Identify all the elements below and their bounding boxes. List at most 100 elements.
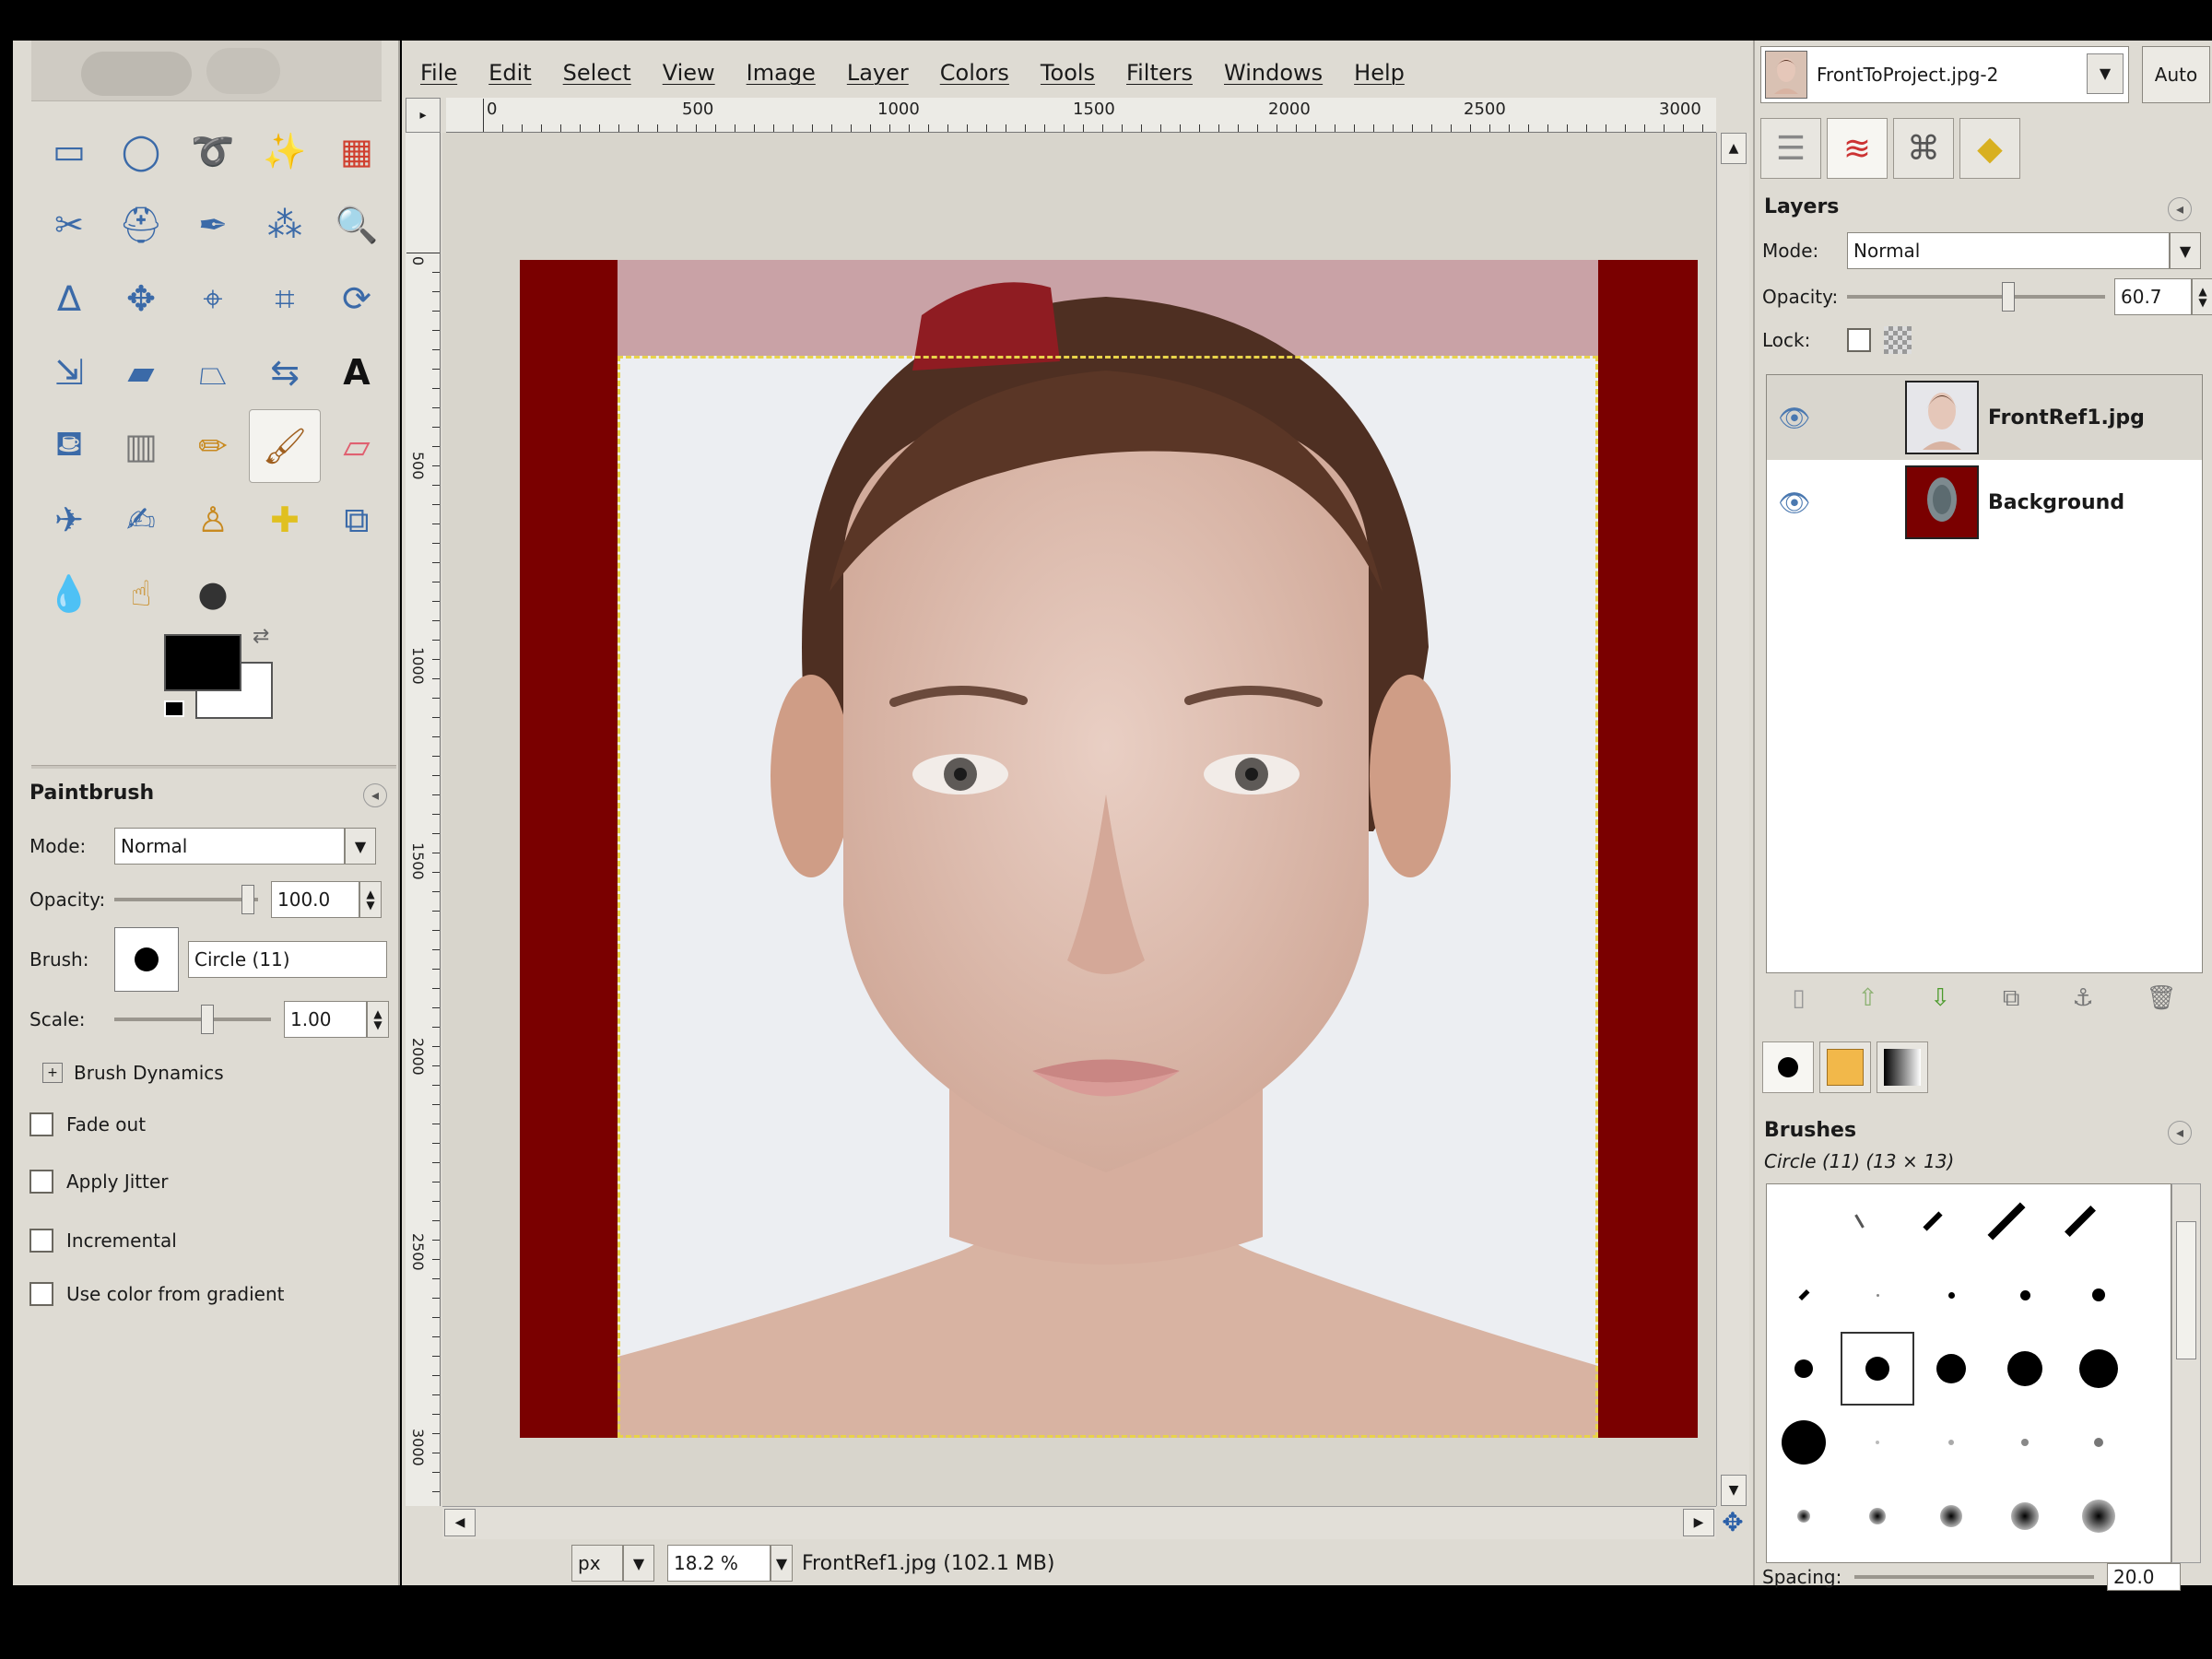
- brush-item[interactable]: [1767, 1258, 1841, 1332]
- tab-patterns-icon[interactable]: [1819, 1041, 1871, 1093]
- anchor-layer-icon[interactable]: ⚓: [2072, 984, 2093, 1012]
- brush-item[interactable]: [1914, 1258, 1988, 1332]
- brush-item[interactable]: [1841, 1479, 1914, 1553]
- fuzzy-select-icon[interactable]: ✨: [249, 114, 321, 188]
- delete-layer-icon[interactable]: 🗑: [2147, 984, 2177, 1012]
- brush-item[interactable]: [2062, 1332, 2136, 1406]
- foreground-color-swatch[interactable]: [164, 634, 241, 691]
- tab-layers-icon[interactable]: ≋: [1827, 118, 1888, 179]
- scale-slider[interactable]: [114, 1005, 271, 1034]
- flip-icon[interactable]: ⇆: [249, 335, 321, 409]
- brush-scrollbar[interactable]: [2171, 1183, 2201, 1563]
- image-selector[interactable]: FrontToProject.jpg-2: [1760, 46, 2129, 103]
- menu-help[interactable]: Help: [1354, 60, 1405, 86]
- brush-item-selected[interactable]: [1841, 1332, 1914, 1406]
- layer-name[interactable]: FrontRef1.jpg: [1988, 406, 2145, 429]
- opacity-input[interactable]: 100.0: [271, 881, 359, 918]
- pencil-icon[interactable]: ✏: [177, 409, 249, 483]
- brushes-menu-icon[interactable]: ◂: [2168, 1121, 2192, 1145]
- vertical-scrollbar[interactable]: ▲ ▼: [1716, 133, 1749, 1506]
- brush-item[interactable]: [2062, 1479, 2136, 1553]
- layers-opacity-spinner[interactable]: ▲ ▼: [2192, 278, 2212, 315]
- paintbrush-icon[interactable]: 🖌: [249, 409, 321, 483]
- brush-item[interactable]: [1988, 1406, 2062, 1479]
- brush-scroll-thumb[interactable]: [2176, 1221, 2196, 1359]
- brush-item[interactable]: [1988, 1479, 2062, 1553]
- default-colors-icon[interactable]: [164, 700, 184, 717]
- use-gradient-checkbox[interactable]: [29, 1282, 53, 1306]
- layer-row[interactable]: 👁 FrontRef1.jpg: [1767, 375, 2202, 460]
- tab-gradients-icon[interactable]: [1877, 1041, 1928, 1093]
- unit-dropdown-icon[interactable]: ▼: [623, 1545, 654, 1582]
- paths-icon[interactable]: ✒: [177, 188, 249, 262]
- tab-tool-options-icon[interactable]: ☰: [1760, 118, 1821, 179]
- tab-undo-icon[interactable]: ◆: [1959, 118, 2020, 179]
- menu-view[interactable]: View: [663, 60, 715, 86]
- layers-mode-select[interactable]: Normal: [1847, 232, 2170, 269]
- rect-select-icon[interactable]: ▭: [33, 114, 105, 188]
- measure-icon[interactable]: ∆: [33, 262, 105, 335]
- brush-item[interactable]: [1970, 1184, 2043, 1258]
- horizontal-ruler[interactable]: 0 500 1000 1500 2000 2500 3000: [446, 98, 1716, 133]
- expander-icon[interactable]: +: [42, 1063, 63, 1083]
- brush-item[interactable]: [1767, 1479, 1841, 1553]
- free-select-icon[interactable]: ➰: [177, 114, 249, 188]
- brush-grid[interactable]: [1766, 1183, 2171, 1563]
- heal-icon[interactable]: ✚: [249, 483, 321, 557]
- brush-item[interactable]: [2062, 1258, 2136, 1332]
- scale-icon[interactable]: ⇲: [33, 335, 105, 409]
- layers-opacity-input[interactable]: 60.7: [2114, 278, 2192, 315]
- vertical-ruler[interactable]: 0 500 1000 1500 2000 2500 3000: [406, 133, 441, 1506]
- ink-icon[interactable]: ✍: [105, 483, 177, 557]
- zoom-dropdown-icon[interactable]: ▼: [771, 1545, 793, 1582]
- layer-row[interactable]: 👁 Background: [1767, 460, 2202, 545]
- eye-icon[interactable]: 👁: [1767, 488, 1822, 518]
- navigate-icon[interactable]: ✥: [1716, 1506, 1749, 1539]
- horizontal-scrollbar[interactable]: ◀ ▶: [442, 1506, 1716, 1539]
- mode-select[interactable]: Normal: [114, 828, 345, 865]
- spacing-input[interactable]: 20.0: [2107, 1563, 2181, 1591]
- menu-tools[interactable]: Tools: [1041, 60, 1095, 86]
- incremental-row[interactable]: Incremental: [29, 1220, 177, 1261]
- menu-select[interactable]: Select: [563, 60, 631, 86]
- duplicate-layer-icon[interactable]: ⧉: [2003, 984, 2020, 1013]
- scale-input[interactable]: 1.00: [284, 1001, 367, 1038]
- brush-item[interactable]: [1822, 1184, 1896, 1258]
- zoom-select[interactable]: 18.2 %: [667, 1545, 771, 1582]
- crop-icon[interactable]: ⌗: [249, 262, 321, 335]
- brush-item[interactable]: [2043, 1184, 2117, 1258]
- opacity-spinner[interactable]: ▲ ▼: [359, 881, 382, 918]
- dodge-burn-icon[interactable]: ●: [177, 557, 249, 630]
- blur-sharpen-icon[interactable]: 💧: [33, 557, 105, 630]
- chevron-down-icon[interactable]: ▼: [2087, 53, 2124, 94]
- text-icon[interactable]: A: [321, 335, 393, 409]
- scissors-select-icon[interactable]: ✂: [33, 188, 105, 262]
- color-area[interactable]: ⇄: [151, 621, 280, 723]
- opacity-slider-knob[interactable]: [241, 885, 254, 914]
- canvas-area[interactable]: [442, 133, 1716, 1506]
- menu-image[interactable]: Image: [747, 60, 816, 86]
- brush-item[interactable]: [1841, 1258, 1914, 1332]
- ellipse-select-icon[interactable]: ◯: [105, 114, 177, 188]
- layers-opacity-knob[interactable]: [2002, 282, 2015, 312]
- layers-menu-icon[interactable]: ◂: [2168, 197, 2192, 221]
- menu-colors[interactable]: Colors: [940, 60, 1009, 86]
- raise-layer-icon[interactable]: ⇧: [1858, 984, 1878, 1012]
- apply-jitter-checkbox[interactable]: [29, 1170, 53, 1194]
- swap-colors-icon[interactable]: ⇄: [253, 625, 269, 648]
- perspective-clone-icon[interactable]: ⧉: [321, 483, 393, 557]
- scale-spinner[interactable]: ▲ ▼: [367, 1001, 389, 1038]
- move-icon[interactable]: ✥: [105, 262, 177, 335]
- scroll-down-icon[interactable]: ▼: [1721, 1475, 1747, 1506]
- scroll-up-icon[interactable]: ▲: [1721, 133, 1747, 164]
- select-by-color-icon[interactable]: ▦: [321, 114, 393, 188]
- shear-icon[interactable]: ▰: [105, 335, 177, 409]
- menu-filters[interactable]: Filters: [1126, 60, 1193, 86]
- airbrush-icon[interactable]: ✈: [33, 483, 105, 557]
- fade-out-checkbox[interactable]: [29, 1112, 53, 1136]
- lower-layer-icon[interactable]: ⇩: [1930, 984, 1950, 1012]
- brush-item[interactable]: [1988, 1258, 2062, 1332]
- menu-file[interactable]: File: [420, 60, 457, 86]
- quick-mask-button[interactable]: ▸: [406, 98, 441, 133]
- layers-opacity-slider[interactable]: [1847, 282, 2105, 312]
